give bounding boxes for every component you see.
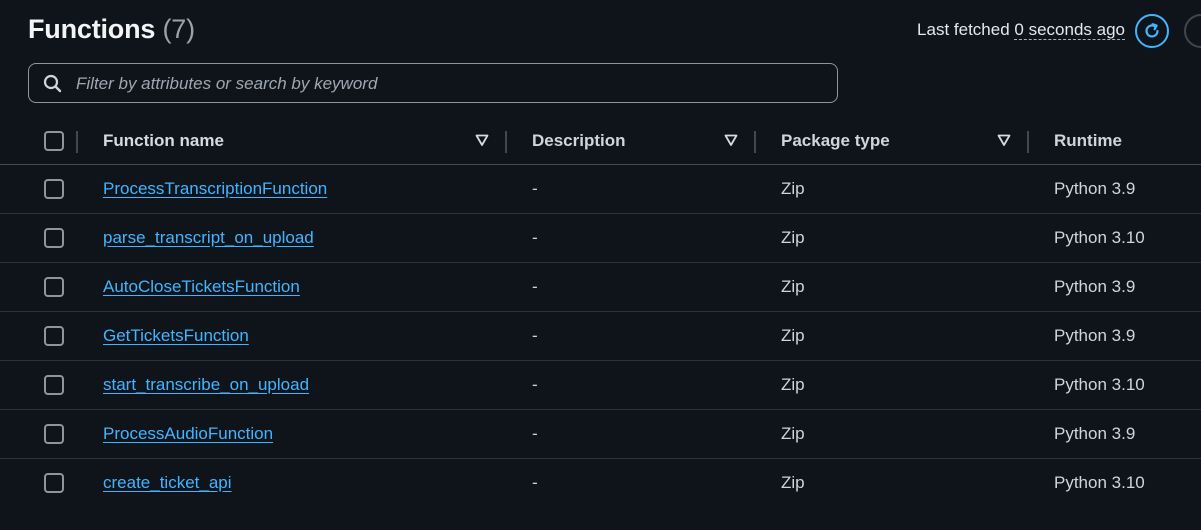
function-package-type: Zip	[781, 473, 805, 492]
function-description: -	[532, 424, 538, 443]
row-checkbox[interactable]	[44, 277, 64, 297]
sort-icon[interactable]	[724, 133, 738, 147]
function-package-type: Zip	[781, 228, 805, 247]
function-name-link[interactable]: create_ticket_api	[103, 473, 232, 493]
function-name-link[interactable]: start_transcribe_on_upload	[103, 375, 309, 395]
actions-button[interactable]	[1184, 14, 1201, 48]
sort-icon[interactable]	[997, 133, 1011, 147]
row-checkbox[interactable]	[44, 326, 64, 346]
function-name-link[interactable]: parse_transcript_on_upload	[103, 228, 314, 248]
column-header-runtime[interactable]: Runtime	[1054, 118, 1122, 164]
column-divider[interactable]	[505, 131, 507, 153]
last-fetched-status: Last fetched 0 seconds ago	[917, 20, 1125, 40]
function-package-type: Zip	[781, 424, 805, 443]
table-row: create_ticket_api - Zip Python 3.10	[0, 459, 1201, 507]
search-input[interactable]	[74, 70, 818, 98]
select-all-checkbox[interactable]	[44, 131, 64, 151]
column-divider[interactable]	[1027, 131, 1029, 153]
row-checkbox[interactable]	[44, 375, 64, 395]
function-name-link[interactable]: ProcessAudioFunction	[103, 424, 273, 444]
function-runtime: Python 3.10	[1054, 473, 1145, 492]
function-description: -	[532, 375, 538, 394]
search-icon	[43, 74, 62, 93]
functions-table: Function name Description Package type R…	[0, 118, 1201, 507]
function-package-type: Zip	[781, 326, 805, 345]
function-runtime: Python 3.10	[1054, 228, 1145, 247]
function-package-type: Zip	[781, 179, 805, 198]
last-fetched-label: Last fetched	[917, 20, 1010, 39]
function-runtime: Python 3.9	[1054, 424, 1136, 443]
table-header-row: Function name Description Package type R…	[0, 118, 1201, 165]
row-checkbox[interactable]	[44, 179, 64, 199]
table-row: parse_transcript_on_upload - Zip Python …	[0, 214, 1201, 263]
page-header: Functions (7)	[28, 14, 195, 45]
last-fetched-time[interactable]: 0 seconds ago	[1014, 20, 1125, 40]
function-count: (7)	[162, 14, 196, 44]
table-row: start_transcribe_on_upload - Zip Python …	[0, 361, 1201, 410]
row-checkbox[interactable]	[44, 473, 64, 493]
function-runtime: Python 3.9	[1054, 277, 1136, 296]
function-name-link[interactable]: GetTicketsFunction	[103, 326, 249, 346]
table-row: GetTicketsFunction - Zip Python 3.9	[0, 312, 1201, 361]
column-header-function-name[interactable]: Function name	[103, 118, 224, 164]
function-description: -	[532, 473, 538, 492]
row-checkbox[interactable]	[44, 228, 64, 248]
function-description: -	[532, 277, 538, 296]
column-divider	[76, 131, 78, 153]
search-box[interactable]	[28, 63, 838, 103]
function-runtime: Python 3.9	[1054, 326, 1136, 345]
table-row: ProcessAudioFunction - Zip Python 3.9	[0, 410, 1201, 459]
function-runtime: Python 3.10	[1054, 375, 1145, 394]
function-description: -	[532, 326, 538, 345]
column-header-description[interactable]: Description	[532, 118, 626, 164]
column-divider[interactable]	[754, 131, 756, 153]
row-checkbox[interactable]	[44, 424, 64, 444]
page-title: Functions (7)	[28, 14, 195, 44]
function-runtime: Python 3.9	[1054, 179, 1136, 198]
refresh-icon	[1145, 23, 1159, 38]
function-name-link[interactable]: ProcessTranscriptionFunction	[103, 179, 327, 199]
table-row: ProcessTranscriptionFunction - Zip Pytho…	[0, 165, 1201, 214]
function-description: -	[532, 228, 538, 247]
table-row: AutoCloseTicketsFunction - Zip Python 3.…	[0, 263, 1201, 312]
sort-icon[interactable]	[475, 133, 489, 147]
refresh-button[interactable]	[1135, 14, 1169, 48]
function-package-type: Zip	[781, 277, 805, 296]
function-name-link[interactable]: AutoCloseTicketsFunction	[103, 277, 300, 297]
function-description: -	[532, 179, 538, 198]
function-package-type: Zip	[781, 375, 805, 394]
column-header-package-type[interactable]: Package type	[781, 118, 890, 164]
